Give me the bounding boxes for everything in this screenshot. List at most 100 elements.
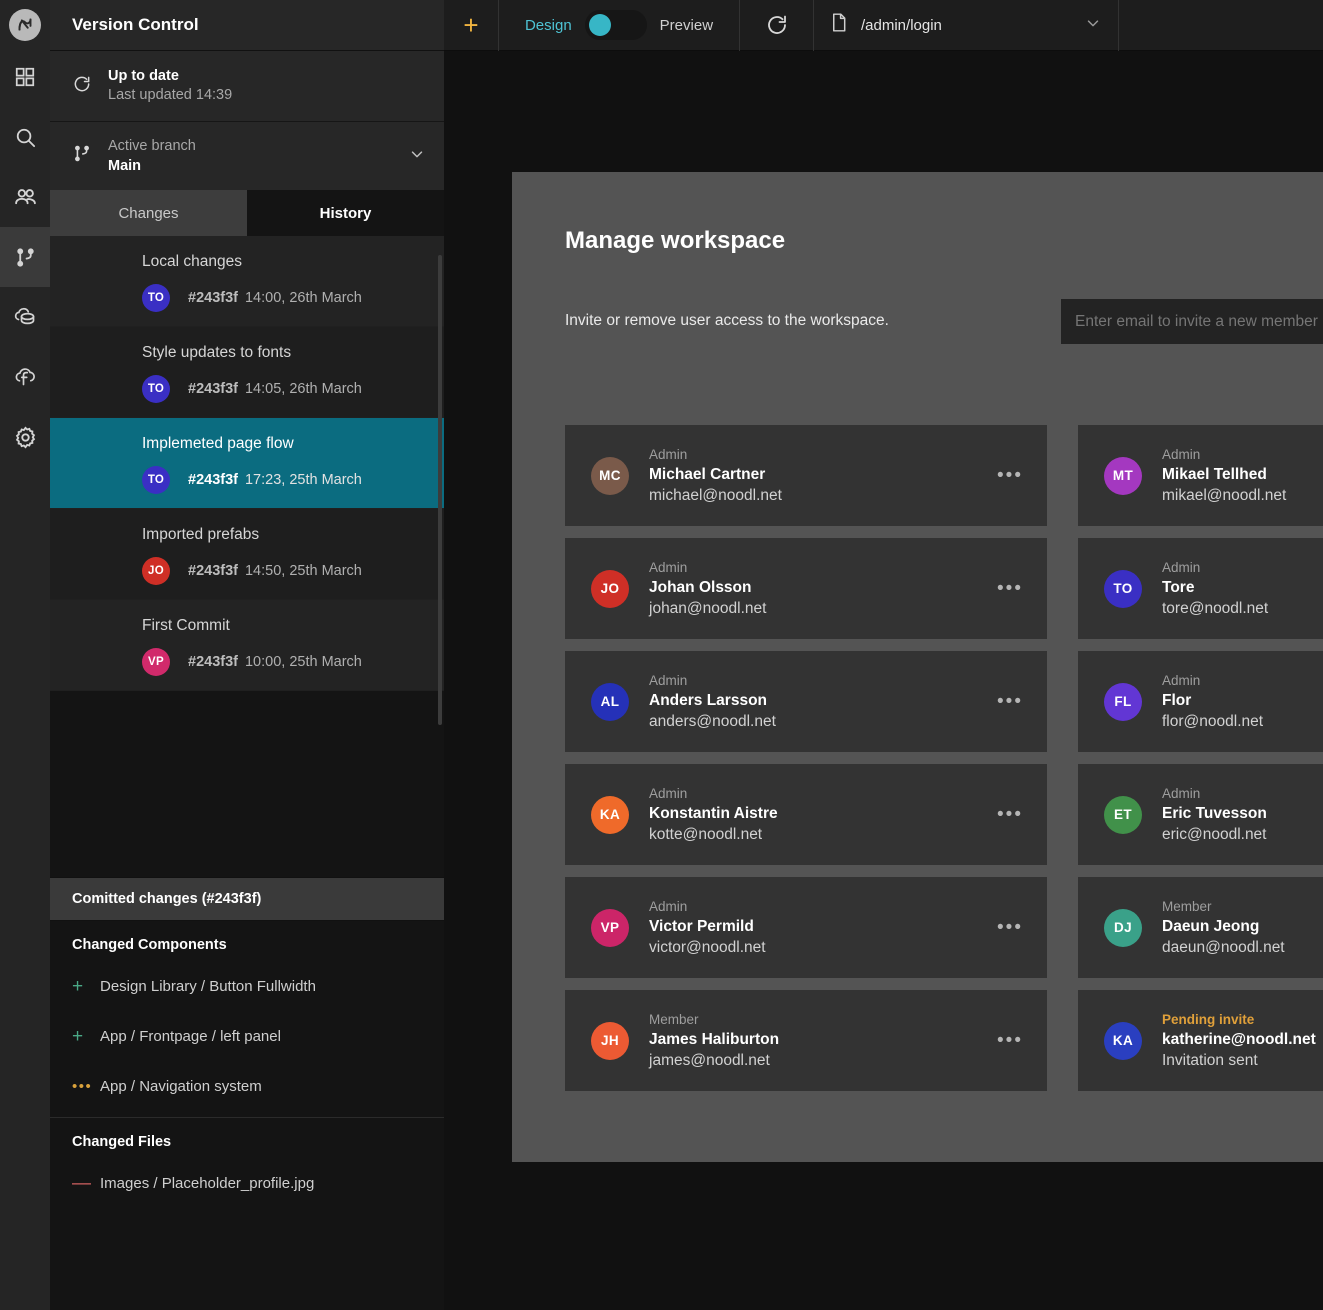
user-role: Admin	[649, 560, 688, 575]
user-info: Admin Flor flor@noodl.net	[1162, 671, 1263, 732]
user-email: eric@noodl.net	[1162, 826, 1267, 843]
commit-timestamp: 14:50, 25th March	[244, 563, 362, 579]
design-preview-toggle[interactable]	[584, 10, 647, 40]
commit-row[interactable]: Implemeted page flow TO #243f3f 17:23, 25th…	[50, 418, 444, 509]
commit-row[interactable]: Style updates to fonts TO #243f3f 14:05, 26…	[50, 327, 444, 418]
commit-timestamp: 14:00, 26th March	[244, 290, 362, 306]
commit-row[interactable]: Imported prefabs JO #243f3f 14:50, 25th Mar…	[50, 509, 444, 600]
commit-row[interactable]: Local changes TO #243f3f 14:00, 26th March	[50, 236, 444, 327]
settings-gear-icon[interactable]	[0, 407, 50, 467]
toggle-knob	[588, 14, 611, 36]
user-card[interactable]: VP Admin Victor Permild victor@noodl.net •••	[565, 877, 1047, 978]
changed-components-list: + Design Library / Button Fullwidth + App /…	[50, 961, 444, 1111]
user-card[interactable]: KA Admin Konstantin Aistre kotte@noodl.net •…	[565, 764, 1047, 865]
user-role: Admin	[1162, 673, 1201, 688]
sync-status-row[interactable]: Up to date Last updated 14:39	[50, 51, 444, 122]
change-row[interactable]: ••• App / Navigation system	[50, 1061, 444, 1111]
user-info: Admin Mikael Tellhed mikael@noodl.net	[1162, 445, 1286, 506]
change-row[interactable]: — Images / Placeholder_profile.jpg	[50, 1158, 444, 1208]
change-sign-icon: +	[72, 1025, 84, 1047]
user-email: anders@noodl.net	[649, 713, 776, 730]
user-card[interactable]: JH Member James Haliburton james@noodl.net •…	[565, 990, 1047, 1091]
avatar: AL	[591, 682, 629, 721]
commit-author-avatar: TO	[142, 375, 170, 403]
user-name: Victor Permild	[649, 918, 754, 935]
user-info: Admin Anders Larsson anders@noodl.net	[649, 671, 776, 732]
users-icon[interactable]	[0, 167, 50, 227]
cloud-data-icon[interactable]	[0, 287, 50, 347]
tab-changes[interactable]: Changes	[50, 190, 247, 236]
commit-author-avatar: VP	[142, 648, 170, 676]
components-icon[interactable]	[0, 47, 50, 107]
user-card[interactable]: DJMemberDaeun Jeongdaeun@noodl.net•••	[1078, 877, 1323, 978]
user-role: Member	[649, 1012, 699, 1027]
panel-tabs: Changes History	[50, 190, 444, 236]
user-menu-button[interactable]: •••	[997, 1031, 1023, 1050]
user-card[interactable]: MC Admin Michael Cartner michael@noodl.net •…	[565, 425, 1047, 526]
user-info: Admin Konstantin Aistre kotte@noodl.net	[649, 784, 778, 845]
add-button[interactable]: +	[444, 0, 499, 51]
change-label: Design Library / Button Fullwidth	[100, 977, 316, 995]
user-menu-button[interactable]: •••	[997, 692, 1023, 711]
user-info: Member James Haliburton james@noodl.net	[649, 1010, 779, 1071]
cloud-functions-icon[interactable]	[0, 347, 50, 407]
change-row[interactable]: + Design Library / Button Fullwidth	[50, 961, 444, 1011]
committed-changes-header: Comitted changes (#243f3f)	[50, 877, 444, 921]
change-row[interactable]: + App / Frontpage / left panel	[50, 1011, 444, 1061]
commit-row[interactable]: First Commit VP #243f3f 10:00, 25th March	[50, 600, 444, 691]
avatar: JH	[591, 1021, 629, 1060]
user-email: kotte@noodl.net	[649, 826, 763, 843]
avatar: MT	[1104, 456, 1142, 495]
commit-title: First Commit	[142, 617, 230, 634]
user-card[interactable]: MTAdminMikael Tellhedmikael@noodl.net•••	[1078, 425, 1323, 526]
user-menu-button[interactable]: •••	[997, 918, 1023, 937]
user-menu-button[interactable]: •••	[997, 579, 1023, 598]
version-control-icon[interactable]	[0, 227, 50, 287]
user-info: Admin Michael Cartner michael@noodl.net	[649, 445, 782, 506]
route-path: /admin/login	[861, 16, 942, 34]
commit-title: Implemeted page flow	[142, 435, 294, 452]
chevron-down-icon[interactable]	[1084, 14, 1102, 37]
user-name: Tore	[1162, 579, 1195, 596]
user-card[interactable]: ETAdminEric Tuvessoneric@noodl.net•••	[1078, 764, 1323, 865]
commit-timestamp: 10:00, 25th March	[244, 654, 362, 670]
changed-files-list: — Images / Placeholder_profile.jpg	[50, 1158, 444, 1208]
invite-email-input[interactable]	[1061, 299, 1323, 344]
user-role: Admin	[649, 786, 688, 801]
user-name: Michael Cartner	[649, 466, 766, 483]
panel-scrollbar[interactable]	[438, 255, 442, 725]
changed-files-header: Changed Files	[72, 1134, 172, 1150]
page-subtitle: Invite or remove user access to the work…	[565, 312, 889, 329]
top-toolbar: + Design Preview /admin/login	[444, 0, 1323, 51]
user-menu-button[interactable]: •••	[997, 805, 1023, 824]
user-name: Anders Larsson	[649, 692, 768, 709]
active-branch-row[interactable]: Active branch Main	[50, 122, 444, 190]
user-name: Konstantin Aistre	[649, 805, 778, 822]
avatar: JO	[591, 569, 629, 608]
chevron-down-icon[interactable]	[408, 145, 426, 168]
change-label: App / Frontpage / left panel	[100, 1027, 281, 1045]
user-role: Admin	[1162, 786, 1201, 801]
change-label: App / Navigation system	[100, 1077, 262, 1095]
user-card[interactable]: KA Pending invite katherine@noodl.net Invit…	[1078, 990, 1323, 1091]
noodl-logo-icon[interactable]	[9, 9, 41, 41]
panel-filler	[50, 691, 444, 877]
change-sign-icon: •••	[72, 1077, 93, 1095]
tab-history[interactable]: History	[247, 190, 444, 236]
search-icon[interactable]	[0, 107, 50, 167]
user-role: Admin	[1162, 447, 1201, 462]
user-name: Flor	[1162, 692, 1192, 709]
preview-label[interactable]: Preview	[660, 17, 713, 34]
route-selector[interactable]: /admin/login	[814, 0, 1119, 51]
user-card[interactable]: AL Admin Anders Larsson anders@noodl.net •••	[565, 651, 1047, 752]
user-card[interactable]: TOAdminToretore@noodl.net•••	[1078, 538, 1323, 639]
refresh-button[interactable]	[740, 0, 814, 51]
design-label[interactable]: Design	[525, 17, 572, 34]
avatar: ET	[1104, 795, 1142, 834]
user-card[interactable]: FLAdminFlorflor@noodl.net•••	[1078, 651, 1323, 752]
commit-meta-row: JO #243f3f 14:50, 25th March	[142, 557, 362, 585]
user-menu-button[interactable]: •••	[997, 466, 1023, 485]
user-card[interactable]: JO Admin Johan Olsson johan@noodl.net •••	[565, 538, 1047, 639]
change-sign-icon: —	[72, 1172, 91, 1194]
user-role: Admin	[649, 447, 688, 462]
